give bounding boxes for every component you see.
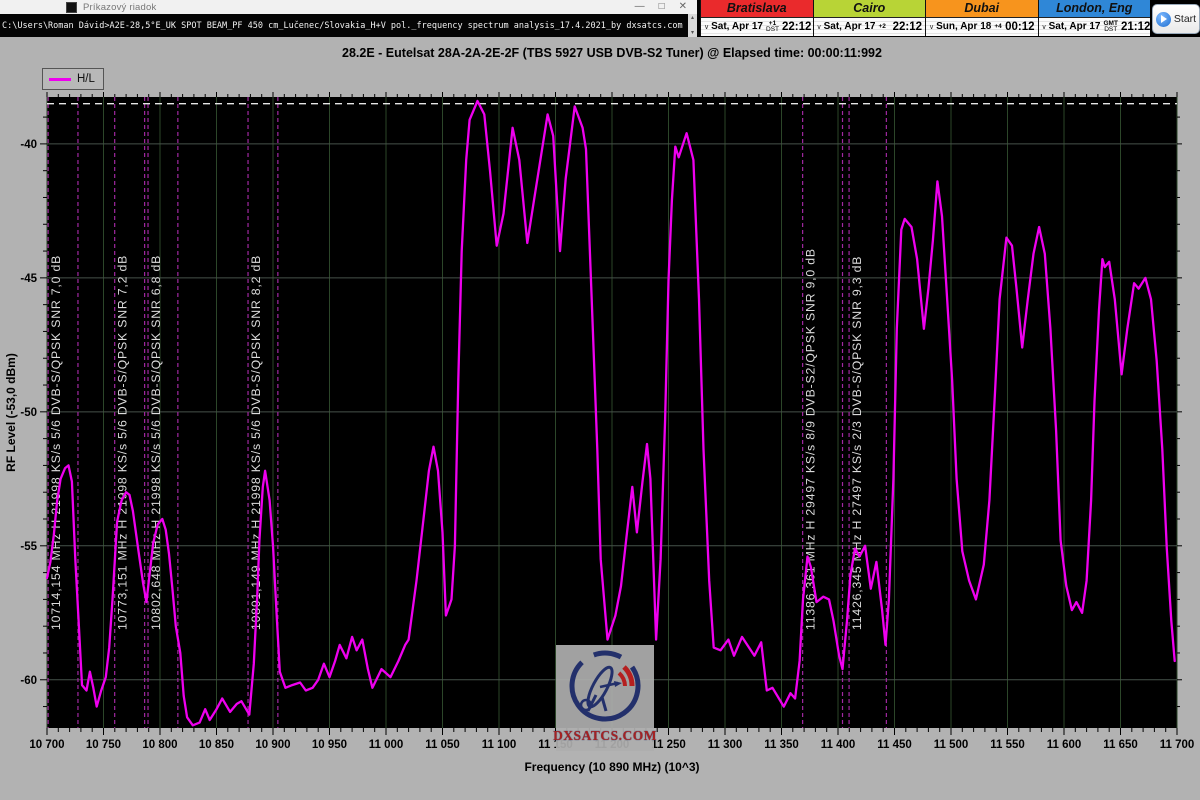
start-button-label: Start <box>1174 13 1196 25</box>
clock-date: Sat, Apr 17 <box>824 21 876 32</box>
clock-date: Sun, Apr 18 <box>936 21 991 32</box>
close-button[interactable]: ✕ <box>679 2 687 12</box>
clock-panel-cairo: Cairo ∨Sat, Apr 17+2 22:12 <box>813 0 926 36</box>
clock-timezone: +1DST <box>766 21 779 33</box>
watermark-text: DXSATCS.COM <box>553 728 657 744</box>
x-tick-label: 10 850 <box>199 739 234 751</box>
y-tick-label: -45 <box>20 273 37 285</box>
clock-city-header: Bratislava <box>701 0 813 18</box>
satellite-dish-logo-icon <box>566 645 644 727</box>
clock-time: 00:12 <box>1005 21 1034 33</box>
clock-city-header: Dubai <box>926 0 1038 18</box>
y-axis-label: RF Level (-53,0 dBm) <box>4 353 18 472</box>
clock-city-header: London, Eng <box>1039 0 1151 18</box>
world-clocks: Bratislava∨Sat, Apr 17+1DST22:12Cairo∨Sa… <box>700 0 1150 36</box>
command-prompt-titlebar[interactable]: Príkazový riadok — □ ✕ <box>0 0 697 14</box>
x-tick-label: 11 300 <box>708 739 743 751</box>
y-tick-label: -60 <box>20 675 37 687</box>
y-tick-label: -50 <box>20 407 37 419</box>
console-scrollbar[interactable]: ▴ ▾ <box>688 14 697 37</box>
clock-panel-dubai: Dubai ∨Sun, Apr 18+4 00:12 <box>925 0 1038 36</box>
dxsatcs-watermark: DXSATCS.COM <box>556 645 654 751</box>
gridlines <box>47 97 1177 728</box>
x-tick-label: 11 700 <box>1160 739 1195 751</box>
y-tick-label: -40 <box>20 139 37 151</box>
x-tick-label: 11 450 <box>877 739 912 751</box>
maximize-button[interactable]: □ <box>659 2 665 12</box>
command-prompt-icon <box>66 2 77 13</box>
command-prompt-window: Príkazový riadok — □ ✕ C:\Users\Roman Dá… <box>0 0 697 37</box>
x-axis-label: Frequency (10 890 MHz) (10^3) <box>524 760 699 774</box>
chart-title: 28.2E - Eutelsat 28A-2A-2E-2F (TBS 5927 … <box>47 46 1177 60</box>
console-command-text: C:\Users\Roman Dávid>A2E-28,5°E_UK SPOT … <box>0 21 683 31</box>
y-tick-label: -55 <box>20 541 37 553</box>
transponder-annotation-label: 10714,154 MHz H 21998 KS/s 5/6 DVB-S/QPS… <box>49 255 63 630</box>
clock-timezone: +2 <box>879 24 886 30</box>
clock-time: 22:12 <box>893 21 922 33</box>
clock-time: 22:12 <box>782 21 811 33</box>
transponder-annotation-label: 11426,345 MHz H 27497 KS/s 2/3 DVB-S/QPS… <box>850 256 864 630</box>
clock-city-header: Cairo <box>814 0 926 18</box>
x-tick-label: 11 600 <box>1047 739 1082 751</box>
chevron-down-icon[interactable]: ∨ <box>929 23 934 31</box>
x-tick-label: 11 500 <box>934 739 969 751</box>
clock-date: Sat, Apr 17 <box>711 21 763 32</box>
transponder-annotation-label: 10773,151 MHz H 21998 KS/s 5/6 DVB-S/QPS… <box>116 255 130 630</box>
clock-timezone: GMTDST <box>1104 21 1118 33</box>
legend-label: H/L <box>77 73 95 85</box>
spectrum-chart: 10 700 10 750 10 800 10 850 10 900 10 950 11 0… <box>0 37 1200 800</box>
clock-timezone: +4 <box>994 24 1001 30</box>
window-title: Príkazový riadok <box>83 2 156 13</box>
x-tick-label: 11 350 <box>764 739 799 751</box>
transponder-annotation-label: 10802,648 MHz H 21998 KS/s 5/6 DVB-S/QPS… <box>149 255 163 630</box>
x-tick-label: 11 550 <box>990 739 1025 751</box>
x-tick-label: 10 950 <box>312 739 347 751</box>
x-tick-label: 10 700 <box>29 739 64 751</box>
legend-line-swatch <box>49 78 71 81</box>
console-command-line[interactable]: C:\Users\Roman Dávid>A2E-28,5°E_UK SPOT … <box>0 14 688 37</box>
top-strip: Príkazový riadok — □ ✕ C:\Users\Roman Dá… <box>0 0 1200 37</box>
x-tick-label: 11 400 <box>821 739 856 751</box>
x-tick-label: 11 100 <box>482 739 517 751</box>
clock-time: 21:12 <box>1121 21 1150 33</box>
x-tick-label: 11 650 <box>1103 739 1138 751</box>
scroll-down-icon[interactable]: ▾ <box>691 30 694 36</box>
x-tick-label: 10 900 <box>255 739 290 751</box>
x-tick-label: 11 050 <box>425 739 460 751</box>
clock-panel-london-eng: London, Eng∨Sat, Apr 17GMTDST21:12 <box>1038 0 1151 36</box>
chevron-down-icon[interactable]: ∨ <box>704 23 709 31</box>
transponder-annotation-label: 10891,149 MHz H 21998 KS/s 5/6 DVB-S/QPS… <box>249 255 263 630</box>
legend: H/L <box>42 68 104 90</box>
clock-body: ∨Sat, Apr 17+2 22:12 <box>814 18 926 36</box>
clock-panel-bratislava: Bratislava∨Sat, Apr 17+1DST22:12 <box>700 0 813 36</box>
x-tick-label: 10 750 <box>86 739 121 751</box>
play-icon <box>1156 12 1171 27</box>
start-button[interactable]: Start <box>1152 4 1200 34</box>
window-controls: — □ ✕ <box>635 2 697 12</box>
clock-body: ∨Sat, Apr 17GMTDST21:12 <box>1039 18 1151 36</box>
clock-body: ∨Sun, Apr 18+4 00:12 <box>926 18 1038 36</box>
x-tick-label: 11 000 <box>369 739 404 751</box>
x-tick-label: 10 800 <box>142 739 177 751</box>
clock-body: ∨Sat, Apr 17+1DST22:12 <box>701 18 813 36</box>
clock-date: Sat, Apr 17 <box>1049 21 1101 32</box>
chevron-down-icon[interactable]: ∨ <box>1042 23 1047 31</box>
screen: Príkazový riadok — □ ✕ C:\Users\Roman Dá… <box>0 0 1200 800</box>
chevron-down-icon[interactable]: ∨ <box>817 23 822 31</box>
scroll-up-icon[interactable]: ▴ <box>691 15 694 21</box>
minimize-button[interactable]: — <box>635 2 645 12</box>
